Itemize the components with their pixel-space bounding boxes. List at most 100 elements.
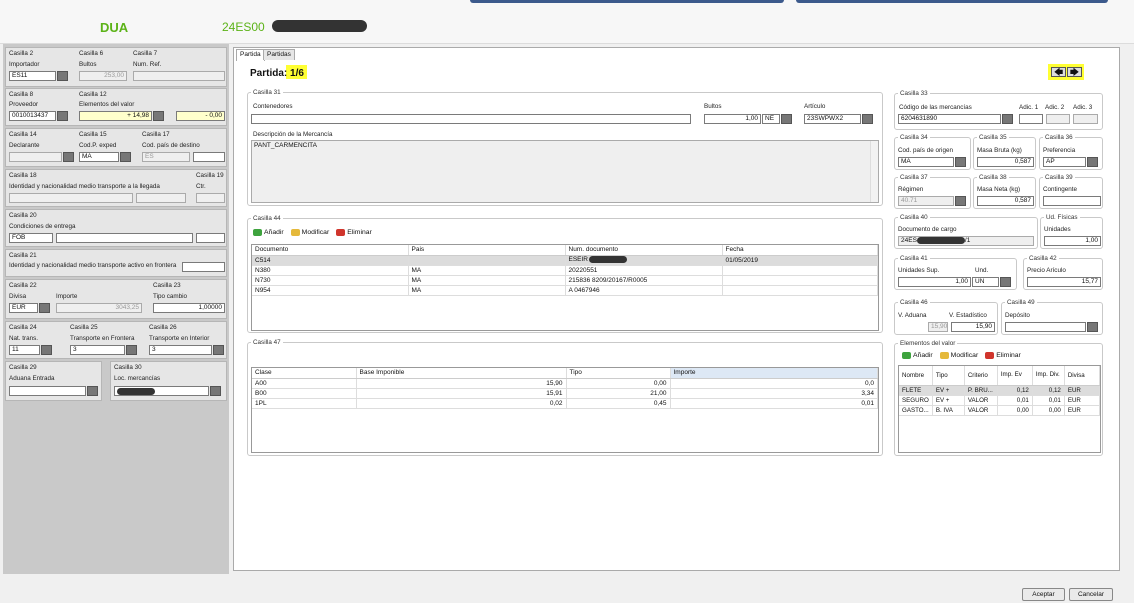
documento-cargo-field[interactable]: 24ES/1 [898, 236, 1034, 246]
proveedor-lookup-button[interactable] [57, 111, 68, 121]
contenedores-field[interactable] [251, 114, 691, 124]
masa-neta-field[interactable]: 0,587 [977, 196, 1034, 206]
divisa-field[interactable]: EUR [9, 303, 38, 313]
und-button[interactable] [1000, 277, 1011, 287]
delete-elemento-button[interactable]: Eliminar [985, 352, 1021, 359]
adic-1-field[interactable] [1019, 114, 1043, 124]
aduana-entrada-field[interactable] [9, 386, 86, 396]
masa-bruta-field[interactable]: 0,587 [977, 157, 1034, 167]
proveedor-field[interactable]: 0010013437 [9, 111, 56, 121]
nat-trans-field[interactable]: 11 [9, 345, 40, 355]
articulo-button[interactable] [862, 114, 873, 124]
add-elemento-button[interactable]: Añadir [902, 352, 933, 359]
elementos-valor-button[interactable] [153, 111, 164, 121]
elementos-valor-minus[interactable]: - 0,00 [176, 111, 225, 121]
unidades-field[interactable]: 1,00 [1044, 236, 1101, 246]
divisa-button[interactable] [39, 303, 50, 313]
top-tab-bar[interactable] [470, 0, 784, 3]
col-nombre[interactable]: Nombre [899, 366, 933, 386]
table-row[interactable]: SEGURO EV + VALOR 0,01 0,01 EUR [899, 395, 1101, 406]
col-num-documento[interactable]: Num. documento [565, 245, 723, 256]
v-estadistico-field[interactable]: 15,90 [951, 322, 995, 332]
transporte-interior-button[interactable] [213, 345, 224, 355]
table-row[interactable]: GASTO... B. IVA VALOR 0,00 0,00 EUR [899, 405, 1101, 416]
declarante-lookup-button[interactable] [63, 152, 74, 162]
bultos-field[interactable]: 253,00 [79, 71, 127, 81]
deposito-field[interactable] [1005, 322, 1086, 332]
regimen-button[interactable] [955, 196, 966, 206]
col-fecha[interactable]: Fecha [722, 245, 878, 256]
condiciones-entrega-extra[interactable] [196, 233, 225, 243]
next-partida-button[interactable]: 🡆 [1067, 67, 1082, 77]
condiciones-entrega-lugar[interactable] [56, 233, 193, 243]
table-row[interactable]: A00 15,90 0,00 0,0 [252, 378, 878, 389]
transporte-llegada-nac[interactable] [136, 193, 186, 203]
cod-p-exped-button[interactable] [120, 152, 131, 162]
precio-articulo-field[interactable]: 15,77 [1027, 277, 1101, 287]
importador-lookup-button[interactable] [57, 71, 68, 81]
bultos-unit-button[interactable] [781, 114, 792, 124]
table-row[interactable]: C514 ESEIR 01/05/2019 [252, 255, 878, 266]
bultos-unit-field[interactable]: NE [762, 114, 780, 124]
table-row[interactable]: B00 15,91 21,00 3,34 [252, 388, 878, 399]
col-criterio[interactable]: Criterio [964, 366, 998, 386]
unidades-sup-field[interactable]: 1,00 [898, 277, 971, 287]
edit-elemento-button[interactable]: Modificar [939, 352, 978, 359]
nat-trans-button[interactable] [41, 345, 52, 355]
codigo-mercancias-button[interactable] [1002, 114, 1013, 124]
col-imp-div[interactable]: Imp. Div. [1032, 366, 1065, 386]
table-row[interactable]: N380 MA 20220551 [252, 265, 878, 276]
preferencia-field[interactable]: AP [1043, 157, 1086, 167]
col-imp-ev[interactable]: Imp. Ev [997, 366, 1033, 386]
col-clase[interactable]: Clase [252, 368, 357, 379]
importador-field[interactable]: ES11 [9, 71, 56, 81]
regimen-field[interactable]: 40.71 [898, 196, 954, 206]
transporte-frontera-field[interactable] [182, 262, 225, 272]
previous-partida-button[interactable]: 🡄 [1051, 67, 1066, 77]
bultos-field-31[interactable]: 1,00 [704, 114, 761, 124]
edit-document-button[interactable]: Modificar [290, 229, 329, 236]
col-divisa[interactable]: Divisa [1064, 366, 1101, 386]
col-documento[interactable]: Documento [252, 245, 409, 256]
pais-origen-field[interactable]: MA [898, 157, 954, 167]
declarante-field[interactable] [9, 152, 62, 162]
num-ref-field[interactable] [133, 71, 225, 81]
elementos-valor-plus[interactable]: + 14,98 [79, 111, 152, 121]
add-document-button[interactable]: Añadir [253, 229, 284, 236]
und-field[interactable]: UN [972, 277, 999, 287]
col-importe[interactable]: Importe [670, 368, 878, 379]
transporte-frontera-button[interactable] [126, 345, 137, 355]
table-row[interactable]: N730 MA 215836 8209/20167/R0005 [252, 275, 878, 286]
top-tab-bar-2[interactable] [796, 0, 1108, 3]
descripcion-scrollbar[interactable] [870, 141, 878, 202]
deposito-button[interactable] [1087, 322, 1098, 332]
table-row[interactable]: 1PL 0,02 0,45 0,01 [252, 398, 878, 409]
col-base-imponible[interactable]: Base Imponible [356, 368, 567, 379]
ctr-select[interactable] [196, 193, 225, 203]
col-tipo[interactable]: Tipo [566, 368, 671, 379]
col-tipo-ev[interactable]: Tipo [932, 366, 965, 386]
articulo-field[interactable]: 23SWPWX2 [804, 114, 861, 124]
cancel-button[interactable]: Cancelar [1069, 588, 1113, 601]
col-pais[interactable]: Pais [408, 245, 566, 256]
preferencia-button[interactable] [1087, 157, 1098, 167]
pais-origen-button[interactable] [955, 157, 966, 167]
aduana-entrada-button[interactable] [87, 386, 98, 396]
importe-field[interactable]: 3043,25 [56, 303, 142, 313]
condiciones-entrega-field[interactable]: FOB [9, 233, 53, 243]
adic-2-field[interactable] [1046, 114, 1070, 124]
loc-mercancias-button[interactable] [210, 386, 221, 396]
delete-document-button[interactable]: Eliminar [336, 229, 372, 236]
tab-partidas[interactable]: Partidas [263, 49, 295, 60]
tipo-cambio-field[interactable]: 1,00000 [153, 303, 225, 313]
accept-button[interactable]: Aceptar [1022, 588, 1065, 601]
codigo-mercancias-field[interactable]: 6204631890 [898, 114, 1001, 124]
descripcion-field[interactable]: PANT_CARMENCITA [251, 140, 879, 203]
tab-partida[interactable]: Partida [236, 49, 265, 61]
table-row[interactable]: FLETE EV + P. BRU... 0,12 0,12 EUR [899, 385, 1101, 396]
cod-pais-destino-extra[interactable] [193, 152, 225, 162]
transporte-interior-field[interactable]: 3 [149, 345, 212, 355]
adic-3-field[interactable] [1073, 114, 1098, 124]
table-row[interactable]: N954 MA A 0467946 [252, 285, 878, 296]
v-aduana-field[interactable]: 15,90 [928, 322, 948, 332]
